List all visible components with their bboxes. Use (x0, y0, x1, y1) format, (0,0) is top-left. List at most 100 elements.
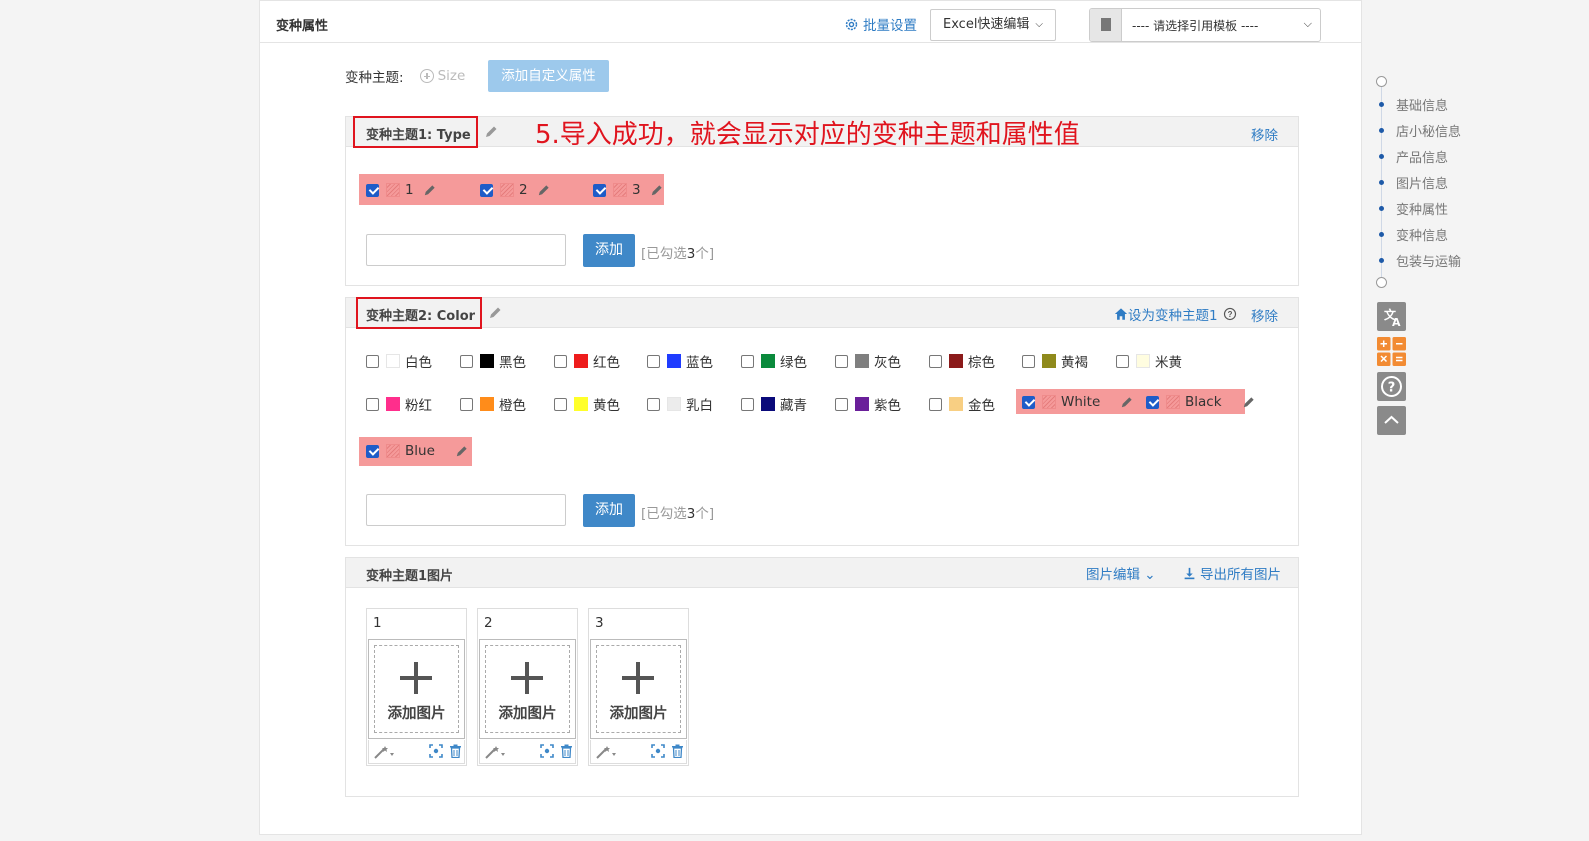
color-option[interactable]: 棕色 (929, 351, 995, 371)
theme-2-new-value-input[interactable] (366, 494, 566, 526)
checkbox[interactable] (1022, 395, 1035, 409)
color-option[interactable]: 黄褐 (1022, 351, 1088, 371)
color-option-blue-custom[interactable]: Blue (366, 443, 469, 459)
pencil-icon[interactable] (454, 444, 469, 459)
color-option[interactable]: 金色 (929, 394, 995, 414)
color-option[interactable]: 粉红 (366, 394, 432, 414)
checkbox[interactable] (554, 354, 567, 368)
checkbox[interactable] (554, 397, 567, 411)
checkbox[interactable] (480, 183, 493, 197)
side-nav-item[interactable]: 图片信息 (1376, 173, 1448, 192)
pencil-icon[interactable] (1241, 395, 1256, 410)
checkbox[interactable] (366, 397, 379, 411)
theme-1-remove-link[interactable]: 移除 (1251, 124, 1278, 144)
side-nav-item[interactable]: 店小秘信息 (1376, 121, 1461, 140)
back-to-top-button[interactable] (1377, 406, 1406, 435)
checkbox[interactable] (593, 183, 606, 197)
side-nav-item[interactable]: 变种信息 (1376, 225, 1448, 244)
calculator-button[interactable] (1377, 337, 1406, 366)
checkbox[interactable] (1116, 354, 1129, 368)
magic-wand-icon[interactable] (374, 745, 396, 759)
type-option-1[interactable]: 1 (366, 182, 437, 198)
checkbox[interactable] (929, 354, 942, 368)
image-drop-zone[interactable]: 添加图片 (590, 639, 687, 739)
color-swatch (949, 354, 963, 368)
add-custom-attribute-button[interactable]: 添加自定义属性 (488, 60, 609, 92)
color-option[interactable]: 橙色 (460, 394, 526, 414)
color-option[interactable]: 黄色 (554, 394, 620, 414)
color-option[interactable]: 灰色 (835, 351, 901, 371)
image-upload-area[interactable]: 添加图片 (374, 645, 459, 733)
color-option[interactable]: 白色 (366, 351, 432, 371)
theme-2-add-button[interactable]: 添加 (583, 494, 635, 527)
image-drop-zone[interactable]: 添加图片 (479, 639, 576, 739)
pencil-icon[interactable] (649, 183, 664, 198)
checkbox[interactable] (366, 444, 379, 458)
checkbox[interactable] (460, 354, 473, 368)
option-label: 米黄 (1155, 355, 1182, 371)
checkbox[interactable] (366, 183, 379, 197)
theme-1-new-value-input[interactable] (366, 234, 566, 266)
checkbox[interactable] (741, 354, 754, 368)
color-option[interactable]: 米黄 (1116, 351, 1182, 371)
color-option[interactable]: 红色 (554, 351, 620, 371)
pencil-icon[interactable] (487, 305, 503, 321)
template-select[interactable]: ---- 请选择引用模板 ---- ⌵ (1089, 8, 1321, 42)
image-upload-area[interactable]: 添加图片 (596, 645, 681, 733)
checkbox[interactable] (929, 397, 942, 411)
type-option-2[interactable]: 2 (480, 182, 551, 198)
color-option-white-custom[interactable]: White (1022, 394, 1134, 410)
color-option[interactable]: 黑色 (460, 351, 526, 371)
side-nav-item[interactable]: 产品信息 (1376, 147, 1448, 166)
image-edit-dropdown[interactable]: 图片编辑 ⌄ (1086, 563, 1156, 583)
color-option[interactable]: 绿色 (741, 351, 807, 371)
theme-1-add-button[interactable]: 添加 (583, 234, 635, 267)
side-nav-item[interactable]: 变种属性 (1376, 199, 1448, 218)
color-option[interactable]: 蓝色 (647, 351, 713, 371)
magic-wand-icon[interactable] (596, 745, 618, 759)
batch-settings-link[interactable]: 批量设置 (844, 14, 917, 34)
color-option[interactable]: 乳白 (647, 394, 713, 414)
option-label: White (1061, 394, 1101, 410)
type-option-3[interactable]: 3 (593, 182, 664, 198)
variant-theme-row: 变种主题: Size 添加自定义属性 (345, 60, 609, 92)
question-circle-icon[interactable]: ? (1223, 307, 1237, 321)
checkbox[interactable] (460, 397, 473, 411)
help-button[interactable]: ? (1377, 372, 1406, 401)
option-label: 黄褐 (1061, 355, 1088, 371)
checkbox[interactable] (835, 397, 848, 411)
crop-icon[interactable] (540, 744, 554, 758)
side-nav-item[interactable]: 基础信息 (1376, 95, 1448, 114)
set-as-theme-1-label: 设为变种主题1 (1128, 308, 1218, 324)
crop-icon[interactable] (429, 744, 443, 758)
color-option-black-custom[interactable]: Black (1146, 394, 1256, 410)
checkbox[interactable] (835, 354, 848, 368)
add-image-label: 添加图片 (387, 706, 446, 722)
theme-2-remove-link[interactable]: 移除 (1251, 305, 1278, 325)
export-all-images-link[interactable]: 导出所有图片 (1183, 563, 1281, 583)
pencil-icon[interactable] (483, 124, 499, 140)
checkbox[interactable] (741, 397, 754, 411)
image-upload-area[interactable]: 添加图片 (485, 645, 570, 733)
set-as-theme-1-link[interactable]: 设为变种主题1 ? (1114, 304, 1237, 324)
image-drop-zone[interactable]: 添加图片 (368, 639, 465, 739)
crop-icon[interactable] (651, 744, 665, 758)
size-theme-option[interactable]: Size (419, 68, 465, 84)
checkbox[interactable] (647, 397, 660, 411)
checkbox[interactable] (1022, 354, 1035, 368)
translate-button[interactable]: 文A (1377, 302, 1406, 331)
pencil-icon[interactable] (422, 183, 437, 198)
trash-icon[interactable] (560, 744, 573, 758)
magic-wand-icon[interactable] (485, 745, 507, 759)
checkbox[interactable] (1146, 395, 1159, 409)
pencil-icon[interactable] (1119, 395, 1134, 410)
side-nav-item[interactable]: 包装与运输 (1376, 251, 1461, 270)
trash-icon[interactable] (671, 744, 684, 758)
checkbox[interactable] (647, 354, 660, 368)
color-option[interactable]: 藏青 (741, 394, 807, 414)
pencil-icon[interactable] (536, 183, 551, 198)
trash-icon[interactable] (449, 744, 462, 758)
color-option[interactable]: 紫色 (835, 394, 901, 414)
excel-quick-edit-dropdown[interactable]: Excel快速编辑 ⌵ (930, 9, 1056, 41)
checkbox[interactable] (366, 354, 379, 368)
